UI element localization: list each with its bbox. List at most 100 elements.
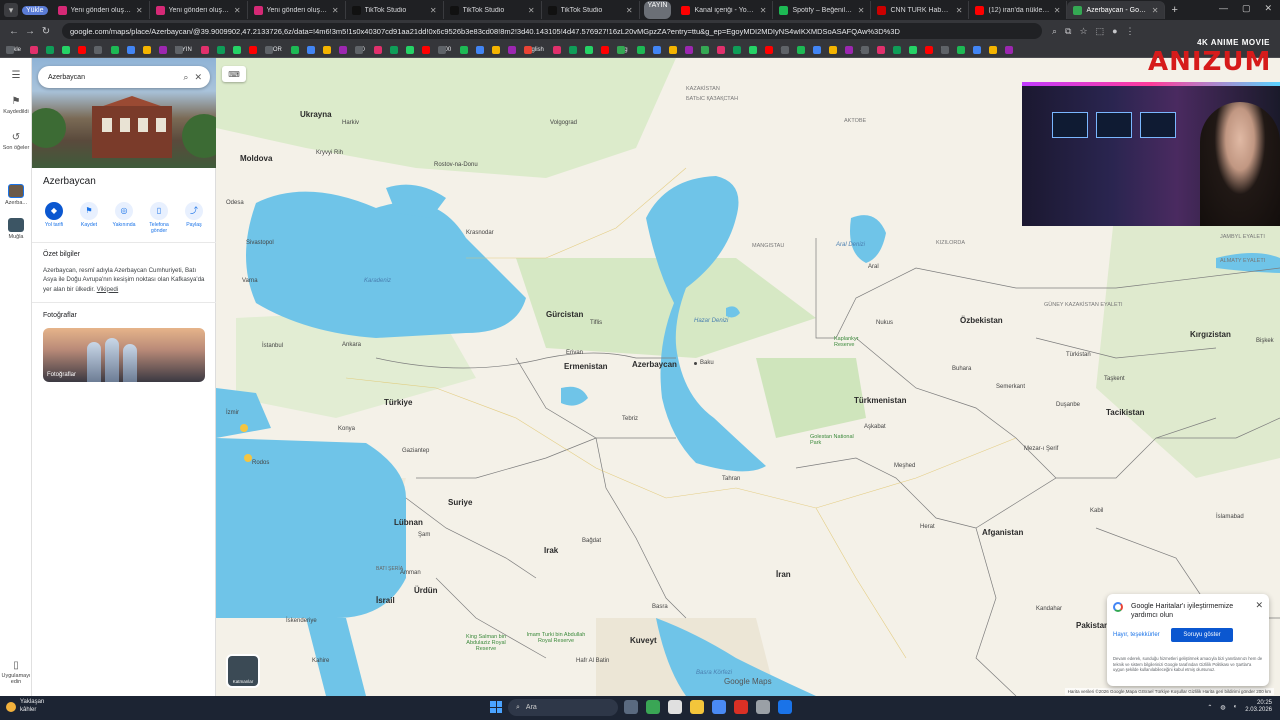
bookmark-icon-only[interactable] [474, 44, 485, 55]
pin-izmir[interactable] [240, 424, 248, 432]
bookmark-icon-only[interactable] [635, 44, 646, 55]
browser-tab[interactable]: (12) iran'da nükleer silah ✕ [969, 1, 1068, 19]
bookmark-icon-only[interactable] [337, 44, 348, 55]
close-tab-icon[interactable]: ✕ [1152, 6, 1159, 15]
bookmark-icon-only[interactable] [763, 44, 774, 55]
back-icon[interactable]: ← [6, 26, 22, 37]
bookmark-icon-only[interactable] [321, 44, 332, 55]
task-view-icon[interactable] [624, 700, 638, 714]
browser-tab[interactable]: TikTok Studio ✕ [444, 1, 542, 19]
action-phone[interactable]: ▯ Telefona gönder [143, 202, 175, 235]
bookmark-item[interactable]: B [939, 44, 950, 55]
action-nearby[interactable]: ◎ Yakınında [108, 202, 140, 235]
bookmark-icon-only[interactable] [388, 44, 399, 55]
bookmark-icon-only[interactable] [60, 44, 71, 55]
bookmark-icon-only[interactable] [827, 44, 838, 55]
bookmark-icon-only[interactable] [247, 44, 258, 55]
forward-icon[interactable]: → [22, 26, 38, 37]
browser-tab[interactable]: Yeni gönderi oluştur • In ✕ [248, 1, 346, 19]
bookmark-icon-only[interactable] [506, 44, 517, 55]
clear-search-icon[interactable]: ✕ [194, 72, 202, 83]
close-tab-icon[interactable]: ✕ [1054, 6, 1061, 15]
browser-tab[interactable]: TikTok Studio ✕ [346, 1, 444, 19]
file-explorer-icon[interactable] [690, 700, 704, 714]
maximize-icon[interactable]: ▢ [1242, 3, 1251, 14]
close-tab-icon[interactable]: ✕ [332, 6, 339, 15]
bookmark-icon-only[interactable] [747, 44, 758, 55]
browser-tab[interactable]: TikTok Studio ✕ [542, 1, 640, 19]
close-tab-icon[interactable]: ✕ [760, 6, 767, 15]
close-tab-icon[interactable]: ✕ [234, 6, 241, 15]
app-icon-2[interactable] [668, 700, 682, 714]
rail-saved[interactable]: ⚑ Kaydedildi [0, 96, 32, 115]
bookmark-icon-only[interactable] [28, 44, 39, 55]
browser-tab[interactable]: Spotify – Beğenilen Şark ✕ [773, 1, 872, 19]
pin-rodos[interactable] [244, 454, 252, 462]
accept-button[interactable]: Soruyu göster [1171, 628, 1233, 642]
bookmark-icon-only[interactable] [199, 44, 210, 55]
tab-group-chip[interactable]: YAYIN [643, 1, 672, 19]
browser-tab[interactable]: CNN TÜRK Haber - Son ✕ [871, 1, 970, 19]
bookmark-icon-only[interactable] [651, 44, 662, 55]
bookmark-icon-only[interactable] [157, 44, 168, 55]
bookmark-icon-only[interactable] [795, 44, 806, 55]
browser-tab[interactable]: Azerbaycan - Google H ✕ [1067, 1, 1166, 19]
bookmark-icon-only[interactable] [458, 44, 469, 55]
photos-card[interactable]: Fotoğraflar [43, 328, 205, 382]
bookmark-icon-only[interactable] [490, 44, 501, 55]
reload-icon[interactable]: ↻ [38, 26, 54, 37]
bookmark-icon-only[interactable] [683, 44, 694, 55]
close-tab-icon[interactable]: ✕ [956, 6, 963, 15]
settings-icon[interactable] [756, 700, 770, 714]
start-icon[interactable] [490, 701, 502, 713]
bookmark-icon-only[interactable] [551, 44, 562, 55]
bookmark-icon-only[interactable] [599, 44, 610, 55]
bookmark-icon-only[interactable] [215, 44, 226, 55]
bookmark-icon-only[interactable] [907, 44, 918, 55]
bookmark-icon-only[interactable] [289, 44, 300, 55]
bookmark-icon-only[interactable] [372, 44, 383, 55]
bookmark-item[interactable]: K [699, 44, 710, 55]
bookmark-icon-only[interactable] [141, 44, 152, 55]
close-tab-icon[interactable]: ✕ [136, 6, 143, 15]
app-icon-1[interactable] [646, 700, 660, 714]
search-icon[interactable]: ⌕ [183, 72, 188, 83]
search-box[interactable]: Azerbaycan ⌕ ✕ [38, 66, 210, 88]
zoom-icon[interactable]: ⌕ [1052, 26, 1057, 37]
bookmark-icon-only[interactable] [109, 44, 120, 55]
rail-azerbaijan[interactable]: Azerba... [0, 184, 32, 206]
bookmark-item[interactable]: C [779, 44, 790, 55]
bookmark-icon-only[interactable] [731, 44, 742, 55]
network-icon[interactable]: ◍ [1220, 704, 1225, 711]
tray-arrow-icon[interactable]: ⌃ [1207, 704, 1212, 711]
bookmark-item[interactable]: A [859, 44, 870, 55]
action-share[interactable]: ⤴ Paylaş [178, 202, 210, 235]
bookmark-star-icon[interactable]: ☆ [1079, 26, 1087, 37]
url-field[interactable]: google.com/maps/place/Azerbaycan/@39.900… [62, 23, 1042, 39]
browser-tab[interactable]: Yeni gönderi oluştur • In ✕ [150, 1, 248, 19]
bookmark-icon-only[interactable] [404, 44, 415, 55]
bookmark-item[interactable]: 100 [353, 44, 367, 55]
layers-button[interactable]: Katmanlar [226, 654, 260, 688]
bookmark-icon-only[interactable] [567, 44, 578, 55]
chrome-icon[interactable] [712, 700, 726, 714]
action-directions[interactable]: ◆ Yol tarifi [38, 202, 70, 235]
close-tab-icon[interactable]: ✕ [430, 6, 437, 15]
browser-tab[interactable]: Yeni gönderi oluştur • In ✕ [52, 1, 150, 19]
close-feedback-icon[interactable]: ✕ [1255, 600, 1263, 611]
volume-icon[interactable]: ◐ [1234, 704, 1238, 710]
bookmark-icon-only[interactable] [583, 44, 594, 55]
bookmark-icon-only[interactable] [875, 44, 886, 55]
bookmark-item[interactable]: 1000 [436, 44, 453, 55]
bookmark-icon-only[interactable] [715, 44, 726, 55]
bookmark-icon-only[interactable] [923, 44, 934, 55]
bookmark-item[interactable]: 3D [92, 44, 104, 55]
wikipedia-link[interactable]: Vikipedi [97, 286, 119, 293]
minimize-icon[interactable]: — [1219, 3, 1228, 14]
app-icon-4[interactable] [778, 700, 792, 714]
tab-search-icon[interactable]: ▾ [4, 3, 18, 17]
extensions-icon[interactable]: ⬚ [1096, 26, 1105, 37]
close-tab-icon[interactable]: ✕ [858, 6, 865, 15]
menu-icon[interactable]: ⋮ [1126, 26, 1135, 37]
bookmark-icon-only[interactable] [955, 44, 966, 55]
